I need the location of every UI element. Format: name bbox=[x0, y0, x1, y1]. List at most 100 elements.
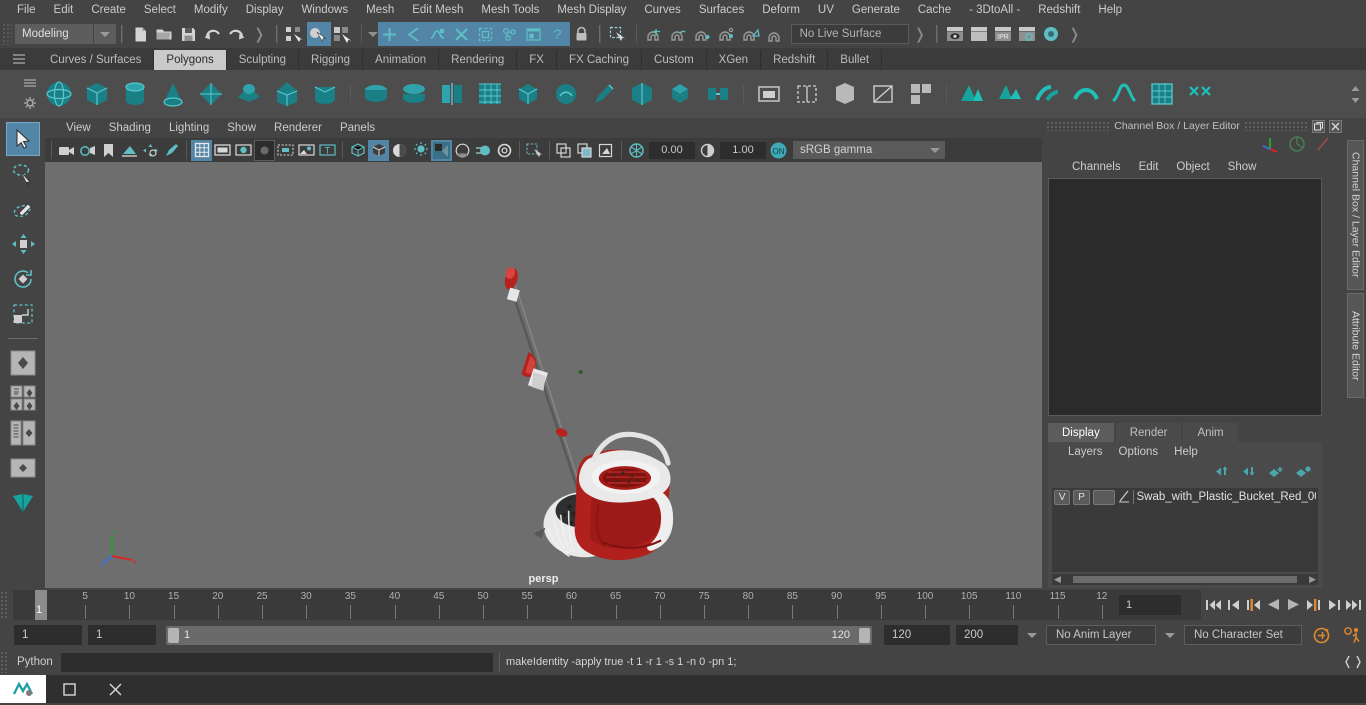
menu-item-display[interactable]: Display bbox=[237, 2, 293, 18]
polygon-plane-icon[interactable] bbox=[232, 77, 266, 111]
close-icon[interactable] bbox=[1329, 120, 1342, 133]
panel-menu-renderer[interactable]: Renderer bbox=[265, 120, 331, 136]
shelf-tab-animation[interactable]: Animation bbox=[363, 50, 439, 70]
xray-active-components-icon[interactable] bbox=[596, 140, 617, 161]
image-plane-icon[interactable] bbox=[119, 140, 140, 161]
layer-tab-anim[interactable]: Anim bbox=[1183, 423, 1237, 442]
four-view-layout[interactable] bbox=[6, 381, 40, 415]
undock-icon[interactable] bbox=[1312, 120, 1325, 133]
snap-point-magnet-icon[interactable] bbox=[691, 22, 715, 46]
character-set-selector[interactable]: No Character Set bbox=[1184, 625, 1302, 645]
menu-item-3dtoall[interactable]: - 3DtoAll - bbox=[960, 2, 1029, 18]
polygon-cylinder-icon[interactable] bbox=[118, 77, 152, 111]
menu-set-dropdown-arrow[interactable] bbox=[94, 24, 116, 44]
toolbar-collapse-right-2-icon[interactable]: ❭ bbox=[909, 25, 932, 43]
toolbar-collapse-right-icon[interactable]: ❭ bbox=[248, 25, 271, 43]
xray-joints-icon[interactable] bbox=[575, 140, 596, 161]
use-default-lights-icon[interactable] bbox=[410, 140, 431, 161]
extrude-icon[interactable] bbox=[625, 77, 659, 111]
help-icon[interactable]: ? bbox=[546, 22, 570, 46]
menu-item-uv[interactable]: UV bbox=[809, 2, 843, 18]
perspective-viewport[interactable]: persp y x z bbox=[45, 162, 1042, 588]
go-to-start-icon[interactable] bbox=[1205, 594, 1222, 616]
select-tool[interactable] bbox=[6, 122, 40, 156]
menu-item-surfaces[interactable]: Surfaces bbox=[690, 2, 753, 18]
move-layer-down-icon[interactable] bbox=[1241, 465, 1258, 481]
channel-box-menu-object[interactable]: Object bbox=[1168, 159, 1217, 175]
step-back-keyframe-icon[interactable] bbox=[1225, 594, 1242, 616]
snap-to-grid-icon[interactable] bbox=[378, 22, 402, 46]
polygon-sphere-icon[interactable] bbox=[42, 77, 76, 111]
poke-face-icon[interactable] bbox=[828, 77, 862, 111]
menu-item-file[interactable]: File bbox=[8, 2, 45, 18]
move-layer-up-icon[interactable] bbox=[1214, 465, 1231, 481]
polygon-cube-icon[interactable] bbox=[80, 77, 114, 111]
menu-item-deform[interactable]: Deform bbox=[753, 2, 809, 18]
snap-to-point-icon[interactable] bbox=[426, 22, 450, 46]
booleans-icon[interactable] bbox=[435, 77, 469, 111]
shelf-scroll-arrows[interactable] bbox=[1350, 70, 1364, 118]
step-forward-keyframe-icon[interactable] bbox=[1325, 594, 1342, 616]
range-start-handle[interactable] bbox=[168, 628, 179, 643]
scrollbar-thumb[interactable] bbox=[1073, 576, 1297, 583]
menu-item-edit-mesh[interactable]: Edit Mesh bbox=[403, 2, 472, 18]
sculpt-tool-icon[interactable] bbox=[549, 77, 583, 111]
expressions-icon[interactable] bbox=[1314, 135, 1332, 156]
maya-app-icon[interactable] bbox=[0, 675, 46, 703]
color-space-dropdown-arrow[interactable] bbox=[925, 141, 945, 159]
step-back-frame-icon[interactable] bbox=[1245, 594, 1262, 616]
color-space-selector[interactable]: sRGB gamma bbox=[793, 141, 925, 159]
channel-box-list[interactable] bbox=[1048, 178, 1322, 416]
exposure-icon[interactable] bbox=[626, 140, 647, 161]
layer-row[interactable]: V P Swab_with_Plastic_Bucket_Red_002_l bbox=[1052, 488, 1318, 506]
menu-item-mesh[interactable]: Mesh bbox=[357, 2, 403, 18]
wedge-icon[interactable] bbox=[790, 77, 824, 111]
hypershade-layout[interactable] bbox=[6, 486, 40, 520]
quad-draw-icon[interactable] bbox=[993, 77, 1027, 111]
shelf-tab-curves-surfaces[interactable]: Curves / Surfaces bbox=[38, 50, 154, 70]
menu-item-curves[interactable]: Curves bbox=[635, 2, 689, 18]
menu-item-select[interactable]: Select bbox=[135, 2, 185, 18]
append-polygon-icon[interactable] bbox=[752, 77, 786, 111]
transfer-attributes-icon[interactable] bbox=[1183, 77, 1217, 111]
panel-menu-lighting[interactable]: Lighting bbox=[160, 120, 218, 136]
panel-menu-panels[interactable]: Panels bbox=[331, 120, 384, 136]
persp-graph-layout[interactable] bbox=[6, 451, 40, 485]
grid-toggle-icon[interactable] bbox=[191, 140, 212, 161]
create-layer-from-selected-icon[interactable] bbox=[1295, 465, 1312, 481]
channel-box-menu-edit[interactable]: Edit bbox=[1131, 159, 1167, 175]
step-forward-frame-icon[interactable] bbox=[1305, 594, 1322, 616]
ipr-render-icon[interactable]: IPR bbox=[991, 22, 1015, 46]
select-camera-icon[interactable] bbox=[56, 140, 77, 161]
screen-space-ambient-occlusion-icon[interactable] bbox=[452, 140, 473, 161]
anim-layer-selector[interactable]: No Anim Layer bbox=[1046, 625, 1156, 645]
side-tab-attribute-editor[interactable]: Attribute Editor bbox=[1347, 293, 1364, 398]
lock-icon[interactable] bbox=[570, 22, 594, 46]
character-set-dropdown-arrow[interactable] bbox=[1162, 633, 1178, 638]
create-new-layer-icon[interactable] bbox=[1268, 465, 1285, 481]
oneclick-render-icon[interactable] bbox=[161, 140, 182, 161]
polygon-cone-icon[interactable] bbox=[156, 77, 190, 111]
shelf-tab-bullet[interactable]: Bullet bbox=[828, 50, 882, 70]
hypershade-icon[interactable] bbox=[1039, 22, 1063, 46]
panel-drag-handle-right[interactable] bbox=[1244, 121, 1308, 131]
go-to-end-icon[interactable] bbox=[1345, 594, 1362, 616]
layer-color-swatch[interactable] bbox=[1093, 490, 1115, 505]
shelf-tab-xgen[interactable]: XGen bbox=[707, 50, 761, 70]
anim-start-field[interactable]: 1 bbox=[14, 625, 82, 645]
snap-to-view-plane-icon[interactable] bbox=[474, 22, 498, 46]
layer-tab-render[interactable]: Render bbox=[1116, 423, 1182, 442]
rotate-tool[interactable] bbox=[6, 262, 40, 296]
snap-grid-magnet-icon[interactable] bbox=[643, 22, 667, 46]
window-restore-icon[interactable] bbox=[46, 675, 92, 703]
new-scene-icon[interactable] bbox=[128, 22, 152, 46]
live-surface-field[interactable]: No Live Surface bbox=[791, 24, 909, 44]
menu-item-redshift[interactable]: Redshift bbox=[1029, 2, 1089, 18]
menu-item-generate[interactable]: Generate bbox=[843, 2, 909, 18]
render-current-frame-icon[interactable] bbox=[943, 22, 967, 46]
shadows-icon[interactable] bbox=[431, 140, 452, 161]
gate-mask-icon[interactable] bbox=[254, 140, 275, 161]
toolbar-drag-handle[interactable] bbox=[2, 23, 12, 45]
open-scene-icon[interactable] bbox=[152, 22, 176, 46]
panel-menu-view[interactable]: View bbox=[57, 120, 100, 136]
